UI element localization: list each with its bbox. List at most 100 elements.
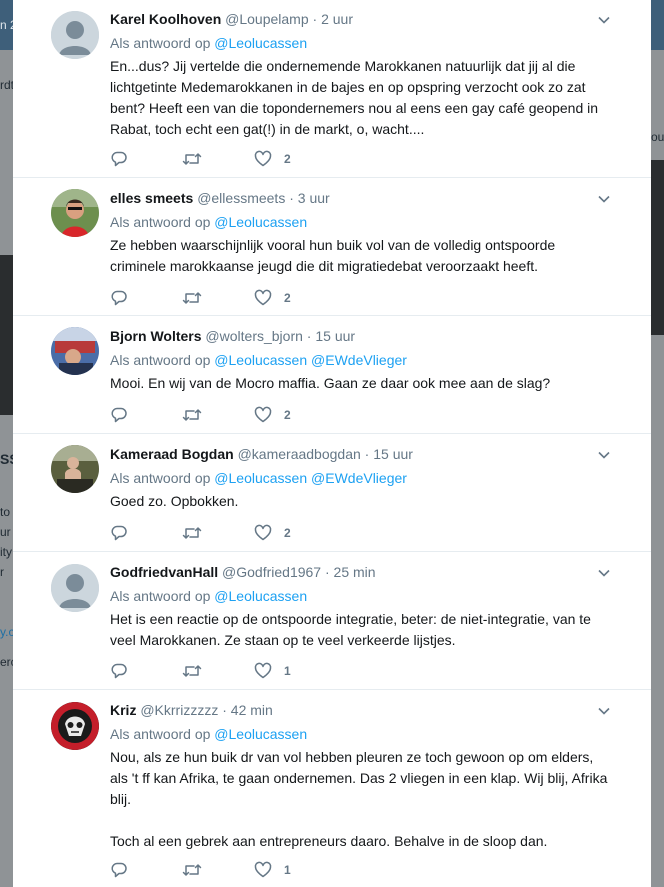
user-handle[interactable]: @Loupelamp xyxy=(225,11,309,27)
reply-icon xyxy=(111,663,127,679)
retweet-icon xyxy=(182,292,202,304)
separator: · xyxy=(312,11,318,27)
tweet-reply[interactable]: elles smeets @ellessmeets · 3 uur Als an… xyxy=(13,178,651,316)
tweet-time[interactable]: 15 uur xyxy=(373,446,413,462)
tweet-time[interactable]: 2 uur xyxy=(321,11,353,27)
mention-link[interactable]: @EWdeVlieger xyxy=(311,352,407,368)
tweet-header: GodfriedvanHall @Godfried1967 · 25 min xyxy=(110,563,611,581)
reply-context: Als antwoord op @Leolucassen xyxy=(110,725,611,743)
tweet-reply[interactable]: Bjorn Wolters @wolters_bjorn · 15 uur Al… xyxy=(13,316,651,434)
user-name[interactable]: Karel Koolhoven xyxy=(110,11,221,27)
retweet-button[interactable] xyxy=(182,406,202,424)
tweet-reply[interactable]: Karel Koolhoven @Loupelamp · 2 uur Als a… xyxy=(13,0,651,178)
reply-context: Als antwoord op @Leolucassen @EWdeVliege… xyxy=(110,469,611,487)
chevron-down-icon[interactable] xyxy=(597,566,611,580)
heart-icon xyxy=(254,861,272,878)
tweet-time[interactable]: 15 uur xyxy=(315,328,355,344)
reply-button[interactable] xyxy=(110,406,128,424)
background-fragment: ity xyxy=(0,545,12,559)
heart-icon xyxy=(254,406,272,423)
reply-button[interactable] xyxy=(110,289,128,307)
reply-button[interactable] xyxy=(110,150,128,168)
background-fragment: to xyxy=(0,505,11,519)
default-avatar[interactable] xyxy=(51,11,99,59)
background-fragment: r xyxy=(0,565,4,579)
retweet-button[interactable] xyxy=(182,861,202,879)
tweet-header: Kriz @Kkrrizzzzz · 42 min xyxy=(110,701,611,719)
reply-icon xyxy=(111,525,127,541)
user-handle[interactable]: @kameraadbogdan xyxy=(238,446,361,462)
chevron-down-icon[interactable] xyxy=(597,448,611,462)
separator: · xyxy=(364,446,370,462)
reply-button[interactable] xyxy=(110,524,128,542)
user-handle[interactable]: @Kkrrizzzzz xyxy=(140,702,218,718)
like-button[interactable]: 2 xyxy=(254,406,291,424)
tweet-time[interactable]: 3 uur xyxy=(298,190,330,206)
user-photo-icon xyxy=(51,445,99,493)
reply-button[interactable] xyxy=(110,662,128,680)
logo-avatar[interactable] xyxy=(51,702,99,750)
retweet-button[interactable] xyxy=(182,150,202,168)
default-avatar-icon xyxy=(51,564,99,612)
user-logo-icon xyxy=(51,702,99,750)
tweet-actions: 2 xyxy=(110,149,291,169)
tweet-reply[interactable]: GodfriedvanHall @Godfried1967 · 25 min A… xyxy=(13,552,651,690)
reply-prefix: Als antwoord op xyxy=(110,726,211,742)
retweet-button[interactable] xyxy=(182,524,202,542)
like-button[interactable]: 2 xyxy=(254,289,291,307)
background-fragment: ur xyxy=(0,525,11,539)
retweet-button[interactable] xyxy=(182,662,202,680)
photo-avatar[interactable] xyxy=(51,445,99,493)
tweet-time[interactable]: 25 min xyxy=(334,564,376,580)
tweet-content: Kameraad Bogdan @kameraadbogdan · 15 uur… xyxy=(110,445,611,512)
mention-link[interactable]: @Leolucassen xyxy=(214,352,307,368)
tweet-content: GodfriedvanHall @Godfried1967 · 25 min A… xyxy=(110,563,611,651)
chevron-down-icon[interactable] xyxy=(597,704,611,718)
user-name[interactable]: elles smeets xyxy=(110,190,193,206)
background-page-left: n 2 rdt SS to ur ity r y.c erc xyxy=(0,0,13,887)
tweet-reply[interactable]: Kameraad Bogdan @kameraadbogdan · 15 uur… xyxy=(13,434,651,552)
mention-link[interactable]: @EWdeVlieger xyxy=(311,470,407,486)
user-name[interactable]: Kameraad Bogdan xyxy=(110,446,234,462)
tweet-time[interactable]: 42 min xyxy=(231,702,273,718)
like-button[interactable]: 2 xyxy=(254,150,291,168)
like-button[interactable]: 1 xyxy=(254,662,291,680)
user-name[interactable]: GodfriedvanHall xyxy=(110,564,218,580)
user-handle[interactable]: @ellessmeets xyxy=(197,190,285,206)
retweet-button[interactable] xyxy=(182,289,202,307)
reply-context: Als antwoord op @Leolucassen xyxy=(110,213,611,231)
reply-button[interactable] xyxy=(110,861,128,879)
heart-icon xyxy=(254,150,272,167)
user-name[interactable]: Bjorn Wolters xyxy=(110,328,202,344)
like-count: 2 xyxy=(284,526,291,540)
reply-context: Als antwoord op @Leolucassen @EWdeVliege… xyxy=(110,351,611,369)
chevron-down-icon[interactable] xyxy=(597,192,611,206)
background-fragment: ou xyxy=(651,130,664,144)
default-avatar[interactable] xyxy=(51,564,99,612)
mention-link[interactable]: @Leolucassen xyxy=(214,726,307,742)
mention-link[interactable]: @Leolucassen xyxy=(214,35,307,51)
user-handle[interactable]: @Godfried1967 xyxy=(222,564,321,580)
chevron-down-icon[interactable] xyxy=(597,13,611,27)
background-fragment: SS xyxy=(0,452,13,466)
background-image-block xyxy=(0,255,13,415)
reply-prefix: Als antwoord op xyxy=(110,35,211,51)
user-photo-icon xyxy=(51,327,99,375)
like-button[interactable]: 2 xyxy=(254,524,291,542)
tweet-actions: 1 xyxy=(110,860,291,880)
photo-avatar[interactable] xyxy=(51,189,99,237)
mention-link[interactable]: @Leolucassen xyxy=(214,470,307,486)
tweet-text: En...dus? Jij vertelde die ondernemende … xyxy=(110,58,599,137)
mention-link[interactable]: @Leolucassen xyxy=(214,588,307,604)
user-handle[interactable]: @wolters_bjorn xyxy=(205,328,302,344)
mention-link[interactable]: @Leolucassen xyxy=(214,214,307,230)
photo-avatar[interactable] xyxy=(51,327,99,375)
tweet-text: Nou, als ze hun buik dr van vol hebben p… xyxy=(110,749,608,849)
like-button[interactable]: 1 xyxy=(254,861,291,879)
tweet-reply[interactable]: Kriz @Kkrrizzzzz · 42 min Als antwoord o… xyxy=(13,690,651,887)
separator: · xyxy=(306,328,312,344)
user-name[interactable]: Kriz xyxy=(110,702,136,718)
reply-icon xyxy=(111,862,127,878)
background-header-block xyxy=(651,0,664,50)
separator: · xyxy=(324,564,330,580)
